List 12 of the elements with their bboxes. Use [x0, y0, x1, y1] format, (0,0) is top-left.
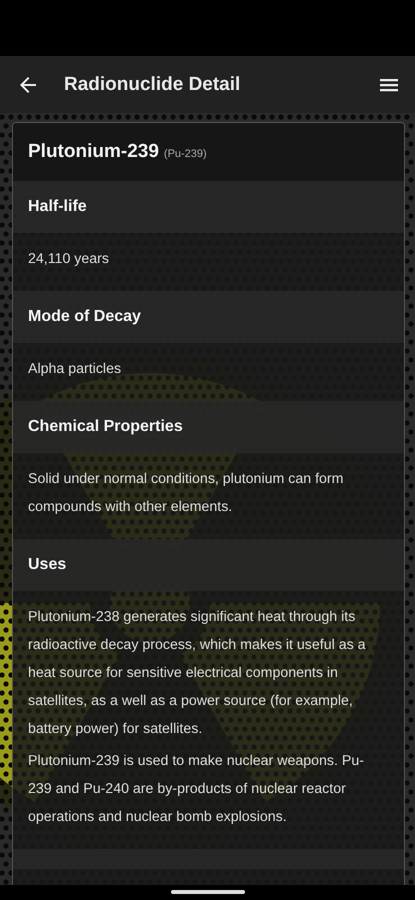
section-text: Plutonium-239 is used to make nuclear weapons. Pu-239 and Pu-240 are by-products of nuclear reactor operations and nuclear bomb explosions.	[28, 752, 365, 827]
nuclide-symbol: (Pu-239)	[164, 148, 207, 160]
section-header: Chemical Properties	[13, 401, 404, 453]
section-text: 24,110 years	[28, 250, 110, 269]
nuclide-name: Plutonium-239	[28, 141, 159, 163]
screen-title: Radionuclide Detail	[64, 74, 242, 96]
section-header: Mode of Decay	[13, 291, 404, 343]
section-header: Uses	[13, 539, 404, 591]
section-header: Half-life	[13, 181, 404, 233]
section-text: Alpha particles	[28, 360, 122, 379]
section-text: Plutonium-238 generates significant heat through its radioactive decay process, which makes it useful as a heat source for sensitive electrical components in satellites, as a well as a power source (for example, battery power) for satellites.	[28, 608, 367, 739]
section-text: Solid under normal conditions, plutonium can form compounds with other elements.	[28, 470, 344, 517]
